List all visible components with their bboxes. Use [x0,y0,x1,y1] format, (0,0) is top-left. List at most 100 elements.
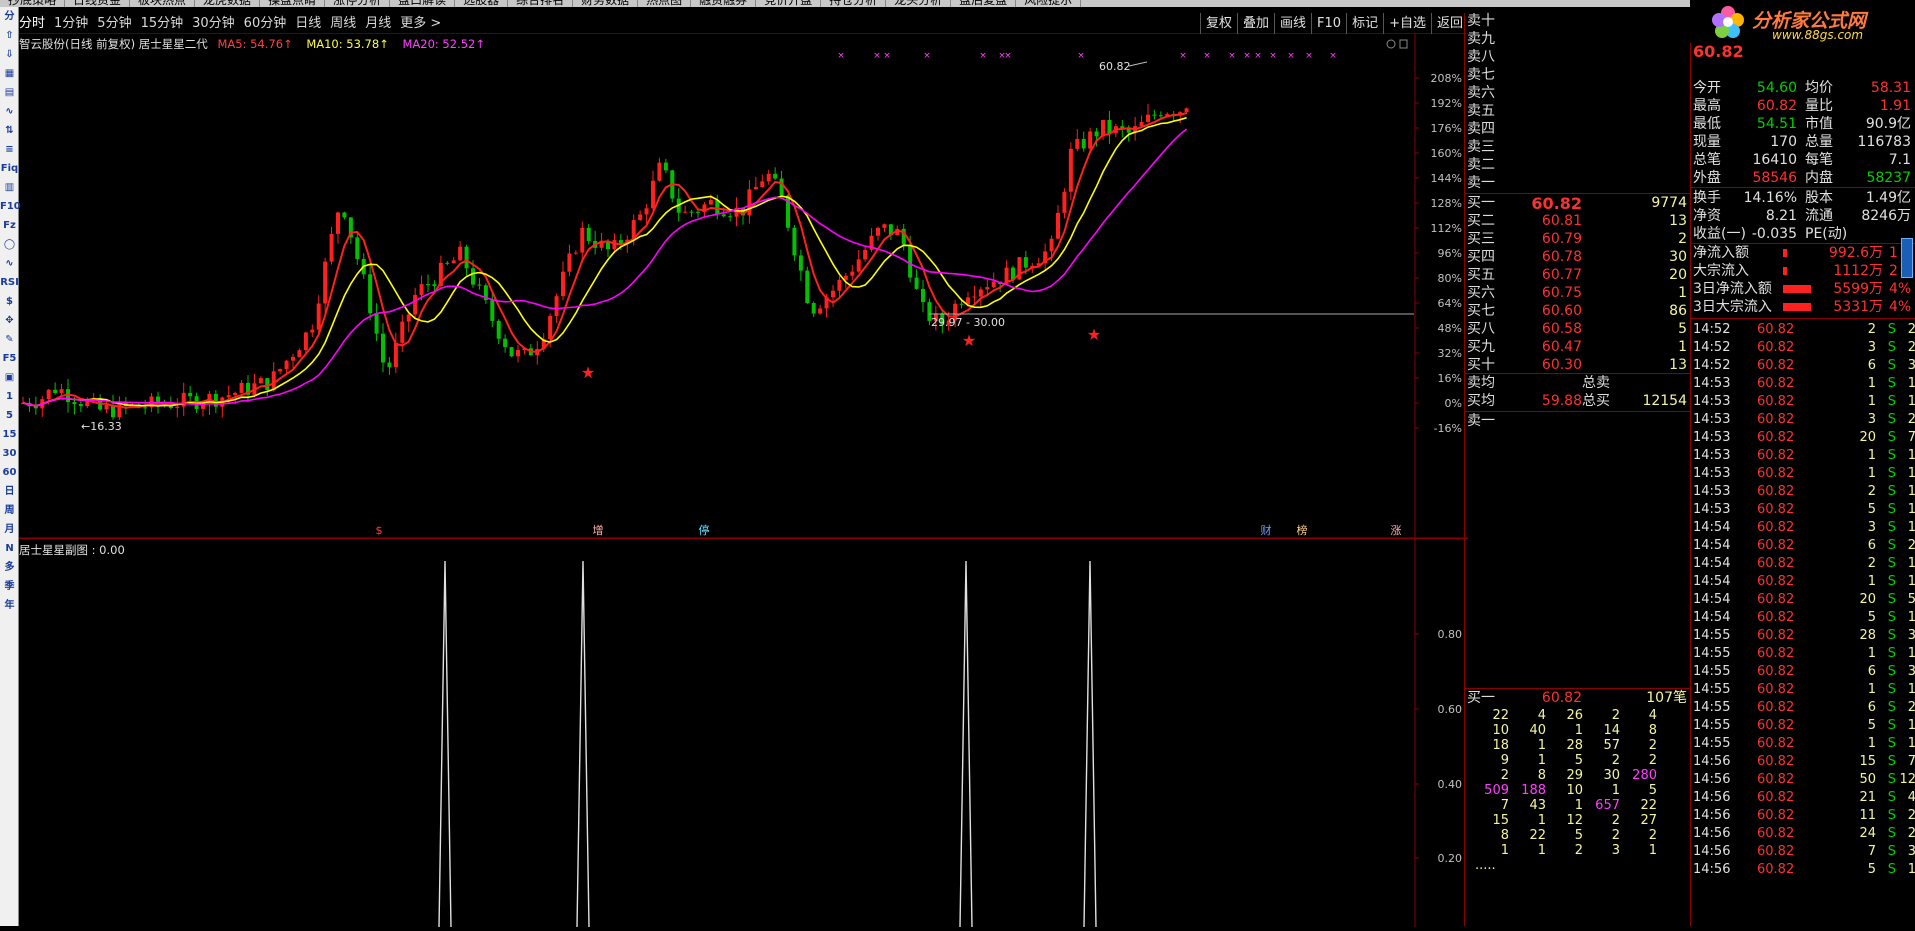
period-tab[interactable]: 日线 [295,16,321,31]
left-tool-button[interactable]: N [0,539,19,558]
left-tool-button[interactable]: ⇧ [0,26,19,45]
tick-row: 14:54 60.82 3 S 1 [1691,519,1915,537]
left-tool-button[interactable]: ✎ [0,330,19,349]
toolbar-button[interactable]: F10 [1311,13,1346,34]
left-tool-button[interactable]: 日 [0,482,19,501]
candle-body [426,284,430,286]
ma20-line [22,128,1188,407]
top-tab[interactable]: 板块热点 [130,0,196,7]
sub-indicator-chart[interactable]: 居士星星副图 : 0.00 0.80 0.60 0.40 0.20 [19,538,1468,928]
candle-body [1146,114,1150,122]
period-tab[interactable]: 5分钟 [97,16,131,31]
x-marker-icon: × [979,51,987,61]
left-tool-button[interactable]: ∿ [0,254,19,273]
left-tool-button[interactable]: 周 [0,501,19,520]
left-tool-button[interactable]: 年 [0,596,19,615]
top-tab[interactable]: 日线资金 [65,0,131,7]
left-tool-button[interactable]: 分 [0,7,19,26]
left-tool-button[interactable]: ✥ [0,311,19,330]
left-tool-button[interactable]: 5 [0,406,19,425]
sell-level-row: 卖五 [1467,103,1687,120]
top-tab[interactable]: 选股器 [455,0,509,7]
left-tool-button[interactable]: F10 [0,197,21,216]
top-tab[interactable]: 财务数据 [573,0,639,7]
top-tab[interactable]: 综合排名 [508,0,574,7]
panel-scroll-handle[interactable] [1901,238,1913,278]
ma5-line [22,112,1187,409]
period-tab[interactable]: 月线 [365,16,391,31]
top-tab[interactable]: 抄底策略 [0,0,66,7]
x-marker-icon: × [1329,51,1337,61]
avg-buy-row: 买均 59.88 总买 12154 [1467,393,1687,410]
x-marker-icon: × [873,51,881,61]
period-tab[interactable]: 30分钟 [192,16,235,31]
top-tab[interactable]: 竞价开盘 [756,0,822,7]
tick-time: 14:56 [1693,808,1731,823]
top-tab[interactable]: 风险提示 [1016,0,1082,7]
period-tab[interactable]: 1分钟 [54,16,88,31]
top-tab[interactable]: 盘口解读 [390,0,456,7]
top-tab[interactable]: 龙头分析 [886,0,952,7]
left-tool-button[interactable]: ≡ [0,140,19,159]
left-tool-button[interactable]: ⇅ [0,121,19,140]
top-tab[interactable]: 涨停分析 [325,0,391,7]
tick-side: S [1887,466,1896,481]
candle-body [1184,108,1189,113]
toolbar-button[interactable]: +自选 [1383,13,1431,34]
main-kline-chart[interactable]: 智云股份(日线 前复权) 居士星星二代 MA5: 54.76↑ MA10: 53… [19,34,1468,539]
period-tab[interactable]: 60分钟 [244,16,287,31]
tick-volume: 1 [1867,736,1876,751]
left-tool-button[interactable]: ▦ [0,64,19,83]
toolbar-button[interactable]: 叠加 [1237,13,1274,34]
flow-pct: 4% [1889,299,1912,315]
left-tool-button[interactable]: ▥ [0,178,19,197]
top-tab[interactable]: 龙虎数据 [195,0,261,7]
top-tab[interactable]: 融资融券 [691,0,757,7]
left-tool-button[interactable]: Fiq [0,159,19,178]
left-tool-button[interactable]: ∿ [0,102,19,121]
tick-time: 14:52 [1693,322,1731,337]
left-tool-button[interactable]: ▣ [0,368,19,387]
left-tool-button[interactable]: 多 [0,558,19,577]
toolbar-button[interactable]: 标记 [1346,13,1383,34]
period-tab[interactable]: 周线 [330,16,356,31]
x-marker-icon: × [883,51,891,61]
period-tab[interactable]: 分时 [19,16,45,31]
tick-side: S [1887,394,1896,409]
left-tool-button[interactable]: 月 [0,520,19,539]
queue-cell: 280 [1632,768,1657,783]
tick-side: S [1887,502,1896,517]
left-tool-button[interactable]: RSI [0,273,19,292]
top-toolbar-strip: 抄底策略 日线资金 板块热点 龙虎数据 操盘点睛 涨停分析 盘口解读 选股器 综合排名 财务数据热… [0,0,1690,7]
left-tool-button[interactable]: 15 [0,425,19,444]
toolbar-button[interactable]: 画线 [1274,13,1311,34]
left-tool-button[interactable]: 30 [0,444,19,463]
tick-volume: 5 [1867,718,1876,733]
top-tab[interactable]: 热点图 [638,0,692,7]
left-tool-button[interactable]: ◯ [0,235,19,254]
top-tab[interactable]: 操盘点睛 [260,0,326,7]
toolbar-button[interactable]: 复权 [1199,13,1237,34]
tick-time: 14:53 [1693,394,1731,409]
left-tool-button[interactable]: ▤ [0,83,19,102]
top-tab[interactable]: 盘后复盘 [951,0,1017,7]
left-tool-button[interactable]: 季 [0,577,19,596]
queue-cell: 9 [1500,753,1509,768]
left-tool-button[interactable]: $ [0,292,19,311]
left-tool-button[interactable]: 60 [0,463,19,482]
left-tool-button[interactable]: Fz [0,216,19,235]
top-tab[interactable]: 持仓分析 [821,0,887,7]
tick-time: 14:54 [1693,538,1731,553]
period-tab[interactable]: 更多 > [400,16,441,31]
queue-cell: 22 [1640,798,1657,813]
period-tab[interactable]: 15分钟 [141,16,184,31]
candle-body [59,389,64,393]
tick-row: 14:56 60.82 7 S 3 [1691,843,1915,861]
tick-count: 2 [1907,700,1915,715]
buy-level-volume: 20 [1669,267,1687,283]
quote-value: 90.9亿 [1865,116,1911,132]
left-tool-button[interactable]: F5 [0,349,19,368]
toolbar-button[interactable]: 返回 [1430,13,1468,34]
left-tool-button[interactable]: ⇩ [0,45,19,64]
left-tool-button[interactable]: 1 [0,387,19,406]
